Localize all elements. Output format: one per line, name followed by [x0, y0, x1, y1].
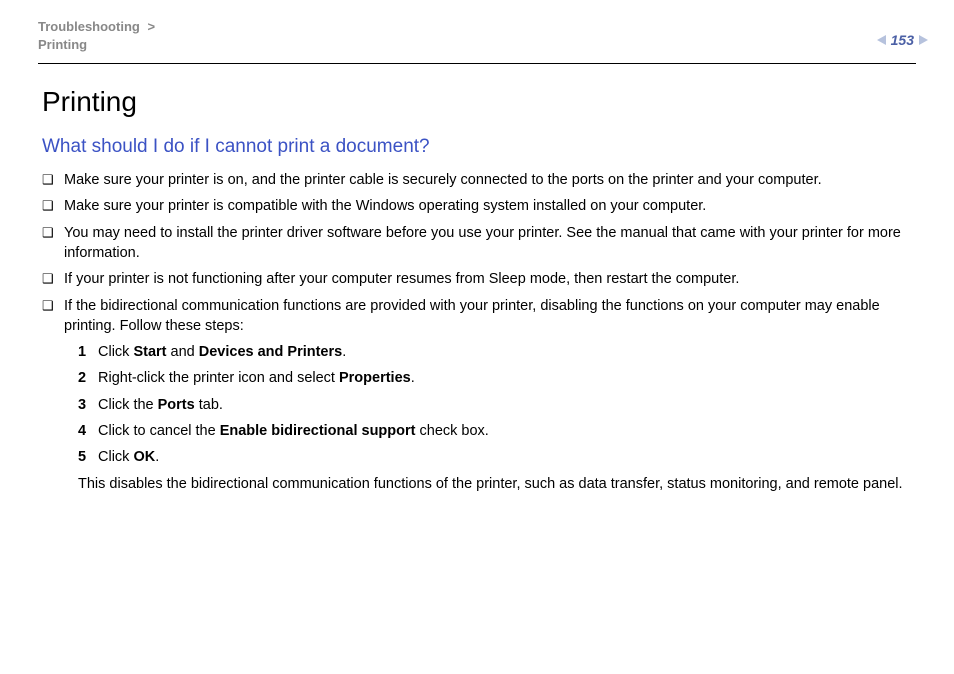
prev-page-arrow-icon[interactable]	[877, 35, 886, 45]
list-item: ❑ You may need to install the printer dr…	[42, 223, 916, 264]
bullet-icon: ❑	[42, 223, 64, 243]
step-text: Click the Ports tab.	[98, 395, 916, 415]
list-item: 4 Click to cancel the Enable bidirection…	[78, 421, 916, 441]
list-item: 2 Right-click the printer icon and selec…	[78, 368, 916, 388]
list-item: 1 Click Start and Devices and Printers.	[78, 342, 916, 362]
list-item: 5 Click OK.	[78, 447, 916, 467]
step-number: 3	[78, 395, 98, 415]
bullet-list: ❑ Make sure your printer is on, and the …	[42, 170, 916, 336]
page-number: 153	[890, 32, 915, 48]
list-item: ❑ Make sure your printer is on, and the …	[42, 170, 916, 190]
bullet-text: If your printer is not functioning after…	[64, 269, 916, 289]
breadcrumb-separator: >	[140, 19, 155, 34]
trailing-note: This disables the bidirectional communic…	[42, 474, 916, 494]
breadcrumb-current: Printing	[38, 36, 155, 54]
step-text: Right-click the printer icon and select …	[98, 368, 916, 388]
bullet-text: If the bidirectional communication funct…	[64, 296, 916, 337]
step-number: 5	[78, 447, 98, 467]
breadcrumb-parent: Troubleshooting	[38, 19, 140, 34]
bullet-text: You may need to install the printer driv…	[64, 223, 916, 264]
page-title: Printing	[42, 86, 916, 118]
next-page-arrow-icon[interactable]	[919, 35, 928, 45]
step-number: 1	[78, 342, 98, 362]
bullet-icon: ❑	[42, 196, 64, 216]
page-navigation: 153	[877, 18, 928, 48]
step-text: Click OK.	[98, 447, 916, 467]
step-text: Click Start and Devices and Printers.	[98, 342, 916, 362]
bullet-icon: ❑	[42, 296, 64, 316]
bullet-icon: ❑	[42, 269, 64, 289]
breadcrumb: Troubleshooting > Printing	[38, 18, 155, 53]
bullet-text: Make sure your printer is on, and the pr…	[64, 170, 916, 190]
page-content: Printing What should I do if I cannot pr…	[20, 64, 934, 494]
list-item: ❑ Make sure your printer is compatible w…	[42, 196, 916, 216]
step-list: 1 Click Start and Devices and Printers. …	[42, 342, 916, 467]
bullet-text: Make sure your printer is compatible wit…	[64, 196, 916, 216]
step-text: Click to cancel the Enable bidirectional…	[98, 421, 916, 441]
list-item: ❑ If your printer is not functioning aft…	[42, 269, 916, 289]
step-number: 4	[78, 421, 98, 441]
section-heading: What should I do if I cannot print a doc…	[42, 136, 916, 158]
document-page: Troubleshooting > Printing 153 Printing …	[0, 0, 954, 514]
list-item: ❑ If the bidirectional communication fun…	[42, 296, 916, 337]
list-item: 3 Click the Ports tab.	[78, 395, 916, 415]
bullet-icon: ❑	[42, 170, 64, 190]
step-number: 2	[78, 368, 98, 388]
page-header: Troubleshooting > Printing 153	[20, 18, 934, 63]
